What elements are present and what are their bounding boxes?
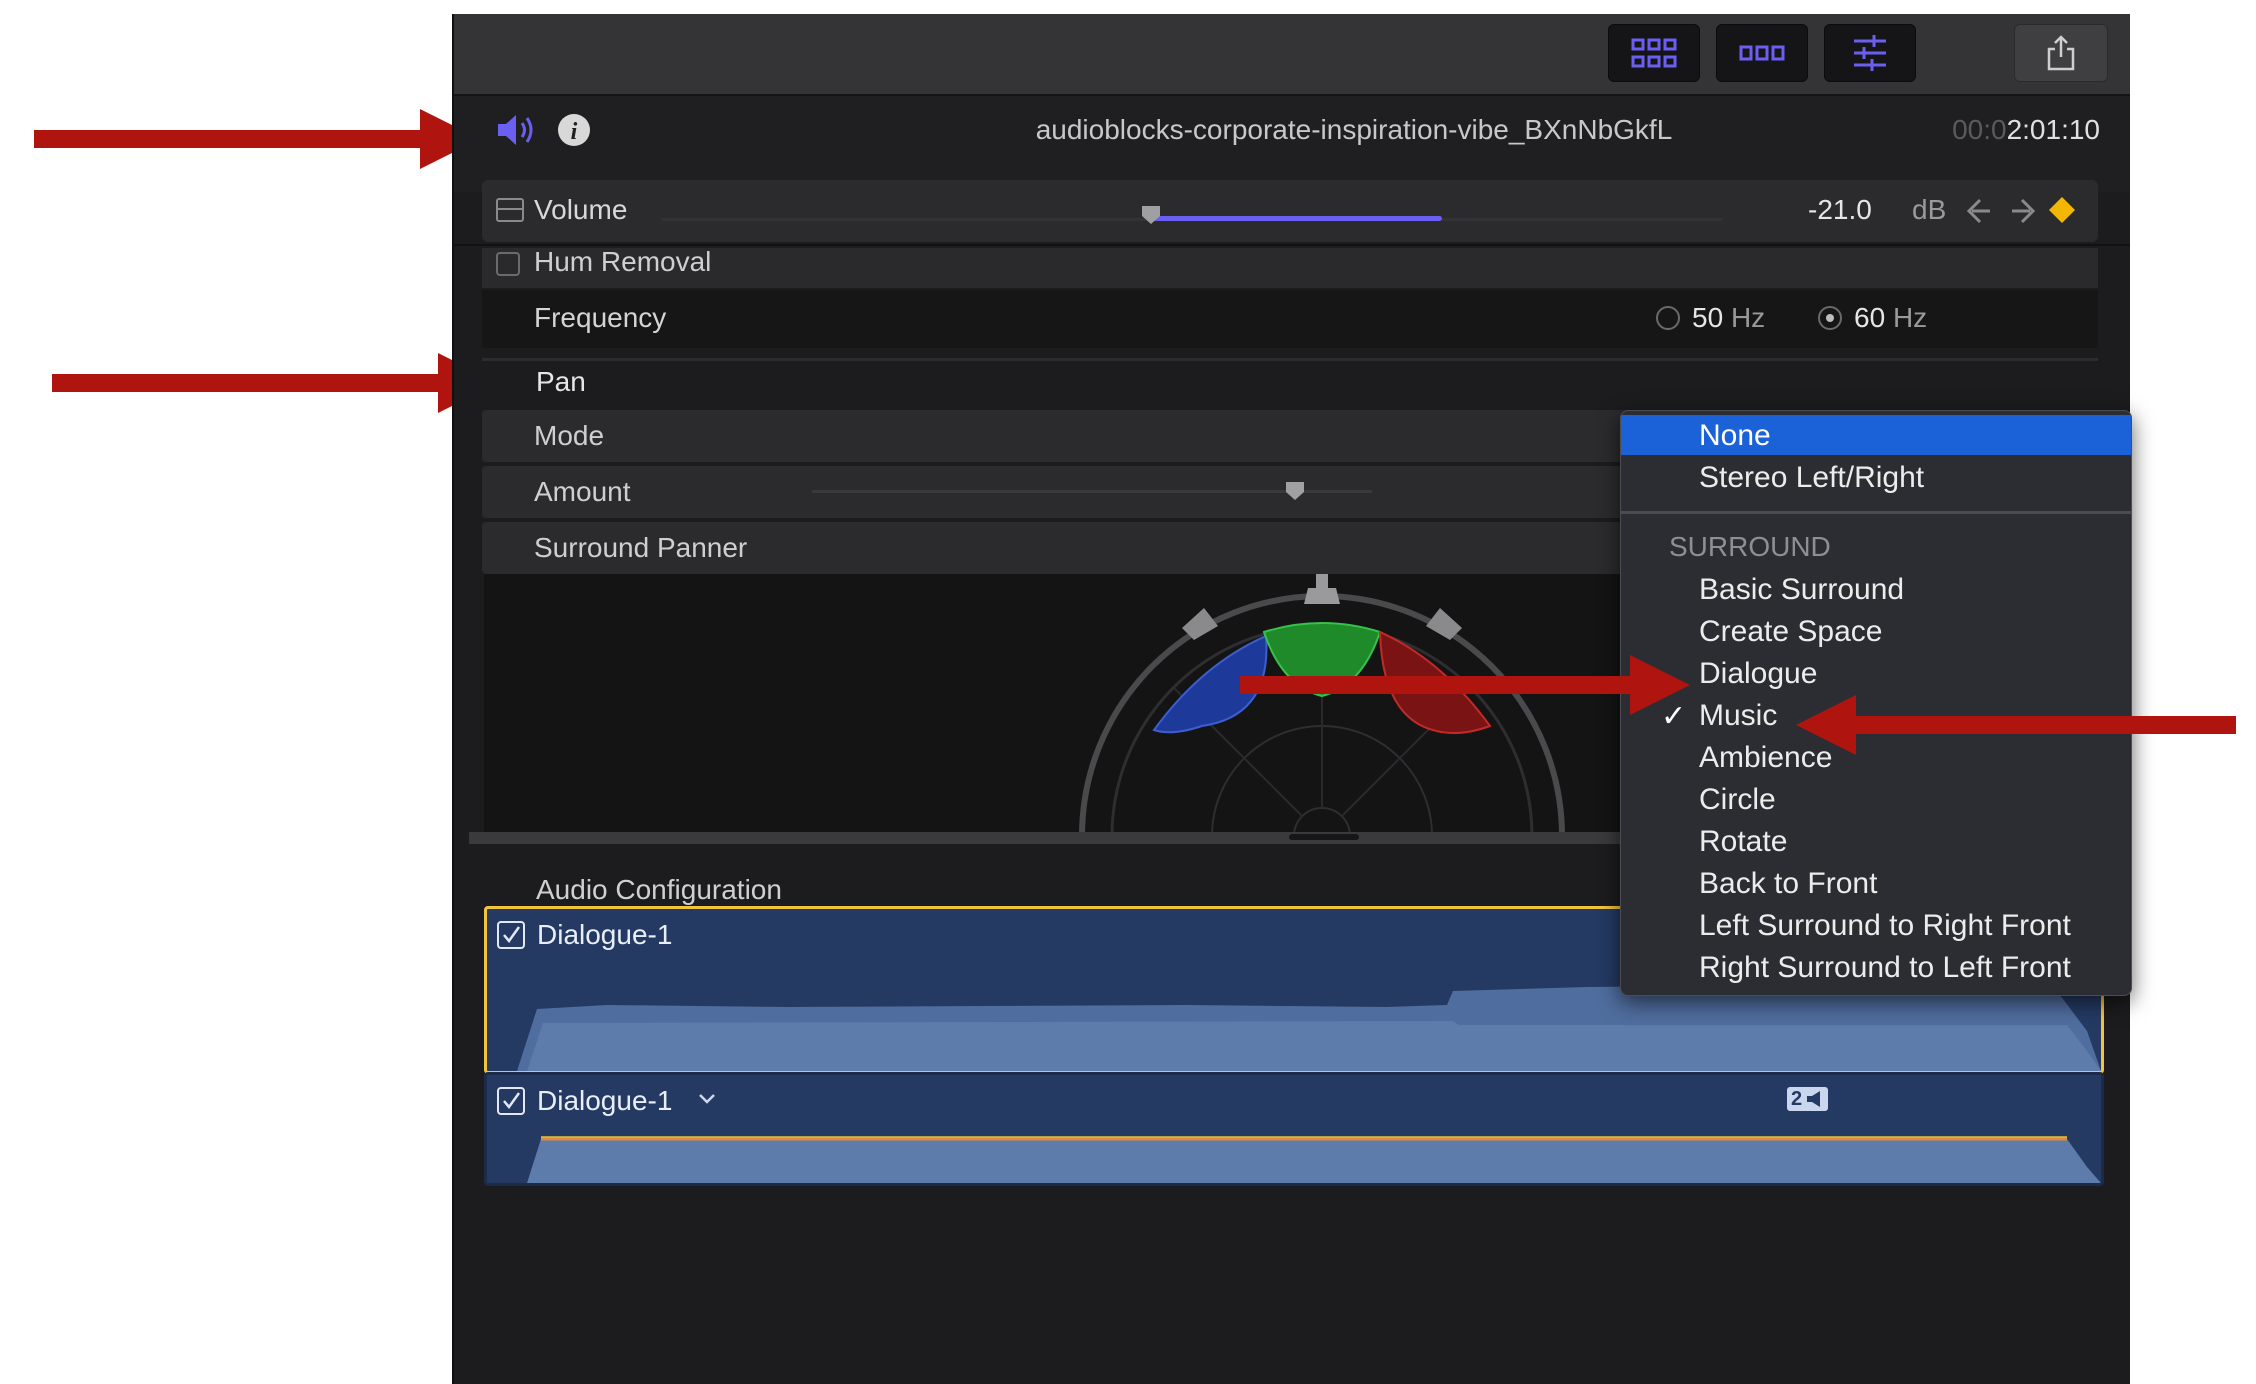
menu-item-back-to-front[interactable]: Back to Front bbox=[1621, 863, 2131, 903]
menu-item-rotate[interactable]: Rotate bbox=[1621, 821, 2131, 861]
menu-item-left-surround-to-right-front[interactable]: Left Surround to Right Front bbox=[1621, 905, 2131, 945]
annotation-arrow-dialogue bbox=[1240, 676, 1640, 694]
surround-panner-label: Surround Panner bbox=[534, 532, 748, 563]
browser-grid-button[interactable] bbox=[1608, 24, 1700, 82]
clip-2-waveform bbox=[487, 1136, 2101, 1183]
speaker-badge-icon bbox=[1807, 1091, 1821, 1107]
toolbar bbox=[454, 14, 2130, 96]
radio-50hz[interactable] bbox=[1656, 306, 1680, 330]
annotation-arrowhead-music bbox=[1796, 695, 1856, 755]
volume-unit: dB bbox=[1912, 194, 1947, 225]
annotation-arrow-speaker bbox=[34, 130, 424, 148]
radio-60hz[interactable] bbox=[1818, 306, 1842, 330]
menu-item-basic-surround[interactable]: Basic Surround bbox=[1621, 569, 2131, 609]
menu-item-stereo-left-right[interactable]: Stereo Left/Right bbox=[1621, 457, 2131, 497]
menu-item-create-space[interactable]: Create Space bbox=[1621, 611, 2131, 651]
clip-title: audioblocks-corporate-inspiration-vibe_B… bbox=[1035, 114, 1673, 145]
hum-removal-row: Hum Removal bbox=[482, 246, 2098, 288]
menu-section-surround: SURROUND bbox=[1669, 531, 1831, 562]
audio-clip-2[interactable]: Dialogue-1 2 bbox=[484, 1072, 2104, 1186]
clip-2-checkbox[interactable] bbox=[497, 1087, 525, 1115]
previous-keyframe-icon[interactable] bbox=[1966, 198, 1994, 229]
next-keyframe-icon[interactable] bbox=[2008, 198, 2036, 229]
hum-removal-label: Hum Removal bbox=[534, 246, 712, 277]
menu-item-circle[interactable]: Circle bbox=[1621, 779, 2131, 819]
share-icon bbox=[2047, 35, 2075, 71]
volume-row: Volume -21.0 dB bbox=[482, 180, 2098, 242]
menu-item-none[interactable]: None bbox=[1621, 415, 2131, 455]
volume-label: Volume bbox=[534, 194, 628, 225]
clip-1-checkbox[interactable] bbox=[497, 921, 525, 949]
annotation-arrowhead-dialogue bbox=[1630, 655, 1690, 715]
amount-label: Amount bbox=[534, 476, 631, 507]
timeline-button[interactable] bbox=[1716, 24, 1808, 82]
volume-slider-fill bbox=[1152, 216, 1442, 221]
mode-label: Mode bbox=[534, 420, 605, 451]
speaker-icon[interactable] bbox=[496, 112, 536, 148]
chevron-down-icon[interactable] bbox=[697, 1091, 717, 1112]
amount-slider-knob[interactable] bbox=[1284, 480, 1306, 507]
volume-slider-knob[interactable] bbox=[1140, 204, 1162, 231]
clip-2-name: Dialogue-1 bbox=[537, 1085, 673, 1116]
frequency-row: Frequency 50 Hz 60 Hz bbox=[482, 290, 2098, 348]
share-button[interactable] bbox=[2014, 24, 2108, 82]
keyframe-diamond-icon[interactable] bbox=[2048, 196, 2076, 229]
inspector-button[interactable] bbox=[1824, 24, 1916, 82]
frequency-label: Frequency bbox=[534, 302, 667, 333]
menu-item-ambience[interactable]: Ambience bbox=[1621, 737, 2131, 777]
audio-configuration-title: Audio Configuration bbox=[536, 874, 782, 905]
volume-value[interactable]: -21.0 bbox=[1808, 194, 1872, 226]
menu-item-dialogue[interactable]: Dialogue bbox=[1621, 653, 2131, 693]
menu-item-right-surround-to-left-front[interactable]: Right Surround to Left Front bbox=[1621, 947, 2131, 987]
section-divider bbox=[482, 358, 2098, 361]
pan-mode-menu[interactable]: None Stereo Left/Right SURROUND Basic Su… bbox=[1620, 410, 2132, 996]
label-60hz: 60 Hz bbox=[1854, 302, 1928, 333]
pan-section-title[interactable]: Pan bbox=[536, 366, 586, 398]
sliders-icon bbox=[1854, 35, 1886, 71]
clip-1-name: Dialogue-1 bbox=[537, 919, 673, 950]
annotation-arrow-music bbox=[1856, 716, 2236, 734]
volume-icon bbox=[496, 198, 524, 222]
timecode: 00:02:01:10 bbox=[1952, 114, 2100, 145]
hum-removal-checkbox[interactable] bbox=[496, 252, 520, 276]
annotation-arrow-pan bbox=[52, 374, 442, 392]
svg-text:i: i bbox=[571, 119, 578, 145]
menu-separator bbox=[1621, 511, 2131, 514]
label-50hz: 50 Hz bbox=[1692, 302, 1766, 333]
filmstrip-icon bbox=[1739, 45, 1785, 61]
channel-count-badge: 2 bbox=[1787, 1087, 1829, 1111]
info-icon[interactable]: i bbox=[556, 112, 592, 148]
grid-icon bbox=[1631, 38, 1677, 68]
